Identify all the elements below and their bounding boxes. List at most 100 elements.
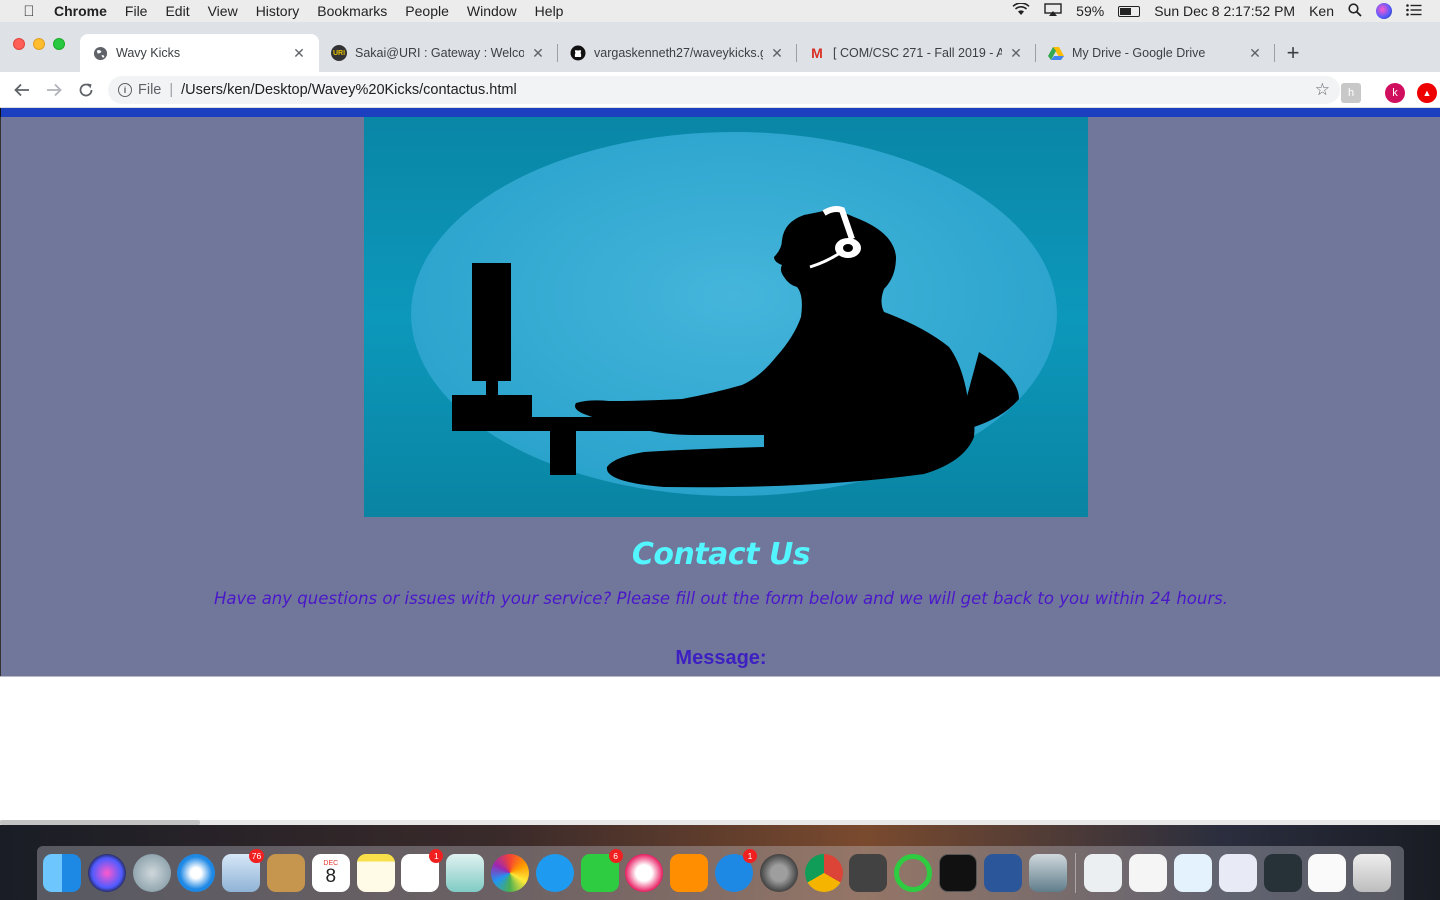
site-info-icon[interactable]: i	[118, 82, 132, 97]
spotlight-search-icon[interactable]	[1348, 2, 1362, 20]
tab-github[interactable]: vargaskenneth27/waveykicks.g ✕	[558, 34, 797, 72]
finder-window-icon-2[interactable]	[1218, 854, 1257, 892]
reload-icon[interactable]	[70, 74, 102, 106]
page-viewport: Contact Us Have any questions or issues …	[0, 108, 1440, 825]
contact-heading: Contact Us	[631, 537, 811, 572]
mail-badge: 76	[248, 849, 265, 863]
tab-title: [ COM/CSC 271 - Fall 2019 - A	[833, 46, 1002, 60]
tab-title: Wavy Kicks	[116, 46, 181, 60]
dock-divider	[1075, 853, 1077, 893]
customer-support-image	[364, 117, 1088, 517]
menu-user[interactable]: Ken	[1309, 3, 1334, 19]
chrome-window: Wavy Kicks ✕ URI Sakai@URI : Gateway : W…	[0, 22, 1440, 825]
terminal-window-icon[interactable]	[1263, 854, 1302, 892]
minimize-window-button[interactable]	[33, 38, 45, 50]
menu-history[interactable]: History	[247, 3, 309, 19]
app-store-icon[interactable]: 1	[714, 849, 757, 892]
close-tab-icon[interactable]: ✕	[769, 45, 785, 62]
zoom-window-button[interactable]	[53, 38, 65, 50]
menu-bookmarks[interactable]: Bookmarks	[308, 3, 396, 19]
reminders-badge: 1	[429, 849, 444, 863]
back-arrow-icon[interactable]	[6, 74, 38, 106]
tab-list: Wavy Kicks ✕ URI Sakai@URI : Gateway : W…	[80, 34, 1311, 72]
word-icon[interactable]	[983, 854, 1022, 892]
app-store-badge: 1	[742, 849, 757, 863]
system-preferences-icon[interactable]	[759, 854, 798, 892]
messages-icon[interactable]	[535, 854, 574, 892]
tab-sakai[interactable]: URI Sakai@URI : Gateway : Welcome ✕	[319, 34, 558, 72]
menu-view[interactable]: View	[199, 3, 247, 19]
siri-icon[interactable]	[1376, 3, 1392, 19]
support-agent-illustration	[411, 132, 1057, 496]
photos-icon[interactable]	[490, 854, 529, 892]
close-window-button[interactable]	[13, 38, 25, 50]
battery-percent[interactable]: 59%	[1076, 3, 1104, 19]
chrome-dock-icon[interactable]	[804, 854, 843, 892]
document-stack-icon[interactable]	[1129, 854, 1168, 892]
desktop-background: 76 DEC 8 1 6 1	[0, 825, 1440, 900]
safari-icon[interactable]	[177, 854, 216, 892]
github-icon	[570, 45, 586, 61]
gmail-icon: M	[811, 45, 823, 61]
close-tab-icon[interactable]: ✕	[530, 45, 546, 62]
address-bar[interactable]: i File | /Users/ken/Desktop/Wavey%20Kick…	[108, 75, 1340, 104]
sakai-uri-icon: URI	[331, 45, 347, 61]
terminal-icon[interactable]	[938, 854, 977, 892]
tab-title: My Drive - Google Drive	[1072, 46, 1206, 60]
wifi-icon[interactable]	[1012, 2, 1030, 19]
tab-google-drive[interactable]: My Drive - Google Drive ✕	[1036, 34, 1275, 72]
sublime-text-icon[interactable]	[849, 854, 888, 892]
finder-icon[interactable]	[43, 854, 81, 892]
airplay-icon[interactable]	[1044, 2, 1062, 20]
close-tab-icon[interactable]: ✕	[1247, 45, 1263, 62]
mail-icon[interactable]: 76	[222, 849, 265, 892]
tab-gmail[interactable]: M [ COM/CSC 271 - Fall 2019 - A ✕	[797, 34, 1036, 72]
trash-icon[interactable]	[1353, 854, 1392, 892]
close-tab-icon[interactable]: ✕	[1008, 45, 1024, 62]
bookmark-star-icon[interactable]: ☆	[1315, 80, 1330, 100]
message-textarea[interactable]	[0, 676, 1440, 825]
forward-arrow-icon[interactable]	[38, 74, 70, 106]
browser-toolbar: i File | /Users/ken/Desktop/Wavey%20Kick…	[0, 72, 1440, 108]
menu-window[interactable]: Window	[458, 3, 526, 19]
menu-edit[interactable]: Edit	[156, 3, 198, 19]
siri-dock-icon[interactable]	[87, 854, 126, 892]
profile-avatar[interactable]: k	[1385, 83, 1405, 103]
globe-icon	[92, 45, 108, 61]
apple-menu-icon[interactable]: 	[18, 3, 40, 20]
notification-center-icon[interactable]	[1406, 3, 1422, 19]
new-tab-button[interactable]: +	[1275, 34, 1311, 72]
tab-strip: Wavy Kicks ✕ URI Sakai@URI : Gateway : W…	[0, 22, 1440, 72]
google-drive-icon	[1048, 45, 1064, 61]
message-label: Message:	[675, 647, 767, 669]
preview-icon[interactable]	[446, 854, 485, 892]
address-url: /Users/ken/Desktop/Wavey%20Kicks/contact…	[181, 81, 517, 98]
finder-window-icon[interactable]	[1173, 854, 1212, 892]
contact-page: Contact Us Have any questions or issues …	[0, 117, 1440, 676]
tab-title: vargaskenneth27/waveykicks.g	[594, 46, 763, 60]
downloads-stack-icon[interactable]	[1308, 854, 1347, 892]
window-controls	[13, 38, 65, 50]
chrome-minimized-window[interactable]	[1084, 854, 1123, 892]
calendar-icon[interactable]: DEC 8	[311, 854, 350, 892]
menu-file[interactable]: File	[116, 3, 157, 19]
ibooks-icon[interactable]	[670, 854, 709, 892]
tab-wavy-kicks[interactable]: Wavy Kicks ✕	[80, 34, 319, 72]
menu-app-chrome[interactable]: Chrome	[54, 3, 116, 19]
menu-people[interactable]: People	[396, 3, 458, 19]
circle-app-icon[interactable]	[894, 854, 933, 892]
extension-icon[interactable]: h	[1341, 83, 1361, 103]
itunes-icon[interactable]	[625, 854, 664, 892]
notes-icon[interactable]	[356, 854, 395, 892]
menu-help[interactable]: Help	[526, 3, 573, 19]
menu-clock[interactable]: Sun Dec 8 2:17:52 PM	[1154, 3, 1295, 19]
launchpad-icon[interactable]	[132, 854, 171, 892]
facetime-icon[interactable]: 6	[580, 849, 623, 892]
update-alert-icon[interactable]: ▲	[1417, 83, 1437, 103]
battery-icon[interactable]	[1118, 5, 1141, 17]
image-capture-icon[interactable]	[1028, 854, 1067, 892]
close-tab-icon[interactable]: ✕	[291, 45, 307, 62]
top-nav-strip	[0, 108, 1440, 117]
reminders-icon[interactable]: 1	[401, 849, 444, 892]
contacts-icon[interactable]	[266, 854, 305, 892]
